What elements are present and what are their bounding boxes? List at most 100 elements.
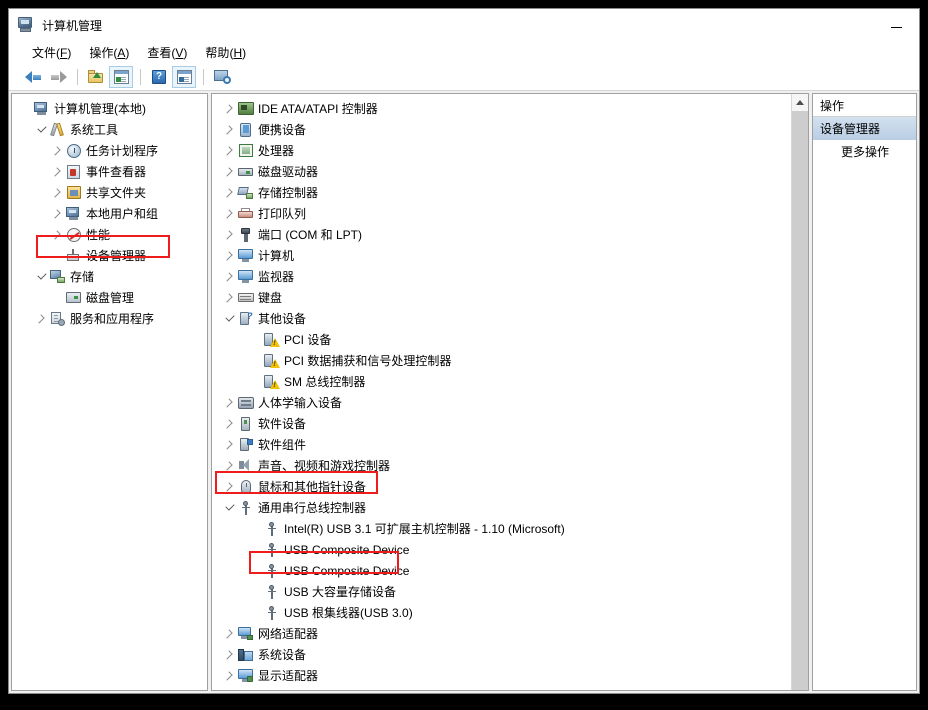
tree-item[interactable]: 系统工具 xyxy=(12,119,207,140)
tree-item[interactable]: 本地用户和组 xyxy=(12,203,207,224)
tree-item[interactable]: 音频输入和输出 xyxy=(212,686,791,690)
menu-file[interactable]: 文件(F) xyxy=(23,42,80,64)
software-component-icon xyxy=(237,437,254,452)
up-one-level-button[interactable] xyxy=(84,66,108,88)
chevron-right-icon[interactable] xyxy=(50,168,65,176)
tree-item[interactable]: 通用串行总线控制器 xyxy=(212,497,791,518)
tree-item[interactable]: ? 其他设备 xyxy=(212,308,791,329)
scroll-up-button[interactable] xyxy=(792,94,808,111)
tree-item[interactable]: 便携设备 xyxy=(212,119,791,140)
chevron-right-icon[interactable] xyxy=(222,231,237,239)
tree-item[interactable]: 软件组件 xyxy=(212,434,791,455)
tree-item[interactable]: 存储控制器 xyxy=(212,182,791,203)
chevron-right-icon[interactable] xyxy=(222,189,237,197)
chevron-right-icon[interactable] xyxy=(50,231,65,239)
properties-button[interactable] xyxy=(172,66,196,88)
tree-item[interactable]: USB 根集线器(USB 3.0) xyxy=(212,602,791,623)
chevron-right-icon[interactable] xyxy=(34,315,49,323)
tree-item[interactable]: SM 总线控制器 xyxy=(212,371,791,392)
tree-item-label: 计算机 xyxy=(258,249,295,263)
tree-item[interactable]: 软件设备 xyxy=(212,413,791,434)
chevron-right-icon[interactable] xyxy=(222,441,237,449)
chevron-right-icon[interactable] xyxy=(222,147,237,155)
tree-item[interactable]: 设备管理器 xyxy=(12,245,207,266)
chevron-right-icon[interactable] xyxy=(222,252,237,260)
tree-item[interactable]: 服务和应用程序 xyxy=(12,308,207,329)
tree-item[interactable]: 任务计划程序 xyxy=(12,140,207,161)
tree-item[interactable]: PCI 设备 xyxy=(212,329,791,350)
show-hide-console-tree-button[interactable] xyxy=(109,66,133,88)
chevron-right-icon[interactable] xyxy=(222,210,237,218)
tree-item[interactable]: 键盘 xyxy=(212,287,791,308)
chevron-right-icon[interactable] xyxy=(222,399,237,407)
tree-item[interactable]: USB Composite Device xyxy=(212,539,791,560)
chevron-right-icon[interactable] xyxy=(222,168,237,176)
tree-item[interactable]: 网络适配器 xyxy=(212,623,791,644)
chevron-right-icon[interactable] xyxy=(222,462,237,470)
action-item-device-manager[interactable]: 设备管理器 xyxy=(813,117,916,140)
chevron-right-icon[interactable] xyxy=(222,126,237,134)
device-manager-pane: IDE ATA/ATAPI 控制器 便携设备 处理器 磁盘驱动器 存储控制器 打印队列 端口… xyxy=(211,93,809,691)
chevron-down-icon[interactable] xyxy=(222,316,237,321)
usb-device-icon xyxy=(263,563,280,578)
mouse-pointing-device-icon xyxy=(237,479,254,494)
chevron-down-icon[interactable] xyxy=(34,274,49,279)
menu-action[interactable]: 操作(A) xyxy=(80,42,138,64)
back-button[interactable] xyxy=(21,66,45,88)
tree-item[interactable]: 监视器 xyxy=(212,266,791,287)
tree-item[interactable]: 端口 (COM 和 LPT) xyxy=(212,224,791,245)
chevron-right-icon[interactable] xyxy=(222,630,237,638)
tree-item[interactable]: 处理器 xyxy=(212,140,791,161)
menu-help[interactable]: 帮助(H) xyxy=(196,42,255,64)
tree-item-label: PCI 数据捕获和信号处理控制器 xyxy=(284,354,452,368)
chevron-right-icon[interactable] xyxy=(222,105,237,113)
tree-item[interactable]: 磁盘管理 xyxy=(12,287,207,308)
tree-item[interactable]: 系统设备 xyxy=(212,644,791,665)
tree-item[interactable]: 声音、视频和游戏控制器 xyxy=(212,455,791,476)
tree-item[interactable]: 事件查看器 xyxy=(12,161,207,182)
tree-item[interactable]: 计算机 xyxy=(212,245,791,266)
chevron-right-icon[interactable] xyxy=(222,294,237,302)
tree-item[interactable]: 性能 xyxy=(12,224,207,245)
tree-item[interactable]: 人体学输入设备 xyxy=(212,392,791,413)
window-body: 计算机管理(本地) 系统工具 任务计划程序 事件查看器 共享文件夹 本地用户和组 性能 设备管… xyxy=(9,91,919,693)
console-tree-pane: 计算机管理(本地) 系统工具任务计划程序 事件查看器 共享文件夹本地用户和组 性能设备管… xyxy=(11,93,208,691)
help-button[interactable]: ? xyxy=(147,66,171,88)
chevron-right-icon[interactable] xyxy=(50,210,65,218)
chevron-right-icon[interactable] xyxy=(222,420,237,428)
forward-button[interactable] xyxy=(46,66,70,88)
scan-hardware-changes-button[interactable] xyxy=(210,66,234,88)
tree-item[interactable]: 打印队列 xyxy=(212,203,791,224)
tree-item[interactable]: 共享文件夹 xyxy=(12,182,207,203)
tree-item-label: 本地用户和组 xyxy=(86,207,159,221)
storage-controller-icon xyxy=(237,186,254,199)
action-item-more-actions[interactable]: 更多操作 xyxy=(813,140,916,163)
tree-item[interactable]: 计算机管理(本地) xyxy=(12,98,207,119)
tree-item[interactable]: 存储 xyxy=(12,266,207,287)
minimize-button[interactable] xyxy=(873,9,919,39)
tree-item-label: 系统工具 xyxy=(70,123,119,137)
tree-item[interactable]: IDE ATA/ATAPI 控制器 xyxy=(212,98,791,119)
chevron-right-icon[interactable] xyxy=(222,651,237,659)
chevron-right-icon[interactable] xyxy=(50,189,65,197)
usb-device-icon xyxy=(263,605,280,620)
chevron-right-icon[interactable] xyxy=(222,273,237,281)
tree-item[interactable]: USB 大容量存储设备 xyxy=(212,581,791,602)
tree-item[interactable]: 磁盘驱动器 xyxy=(212,161,791,182)
tree-item[interactable]: PCI 数据捕获和信号处理控制器 xyxy=(212,350,791,371)
menu-view[interactable]: 查看(V) xyxy=(138,42,196,64)
chevron-right-icon[interactable] xyxy=(222,483,237,491)
scroll-thumb[interactable] xyxy=(792,111,808,690)
tree-item-label: 性能 xyxy=(86,228,111,242)
device-tree-vertical-scrollbar[interactable] xyxy=(791,94,808,690)
chevron-right-icon[interactable] xyxy=(50,147,65,155)
chevron-down-icon[interactable] xyxy=(34,127,49,132)
chevron-right-icon[interactable] xyxy=(222,672,237,680)
chevron-down-icon[interactable] xyxy=(222,505,237,510)
scroll-track[interactable] xyxy=(792,111,808,690)
tree-item[interactable]: USB Composite Device xyxy=(212,560,791,581)
tree-item[interactable]: 鼠标和其他指针设备 xyxy=(212,476,791,497)
tree-item[interactable]: Intel(R) USB 3.1 可扩展主机控制器 - 1.10 (Micros… xyxy=(212,518,791,539)
tree-item[interactable]: 显示适配器 xyxy=(212,665,791,686)
computer-icon xyxy=(33,102,50,115)
